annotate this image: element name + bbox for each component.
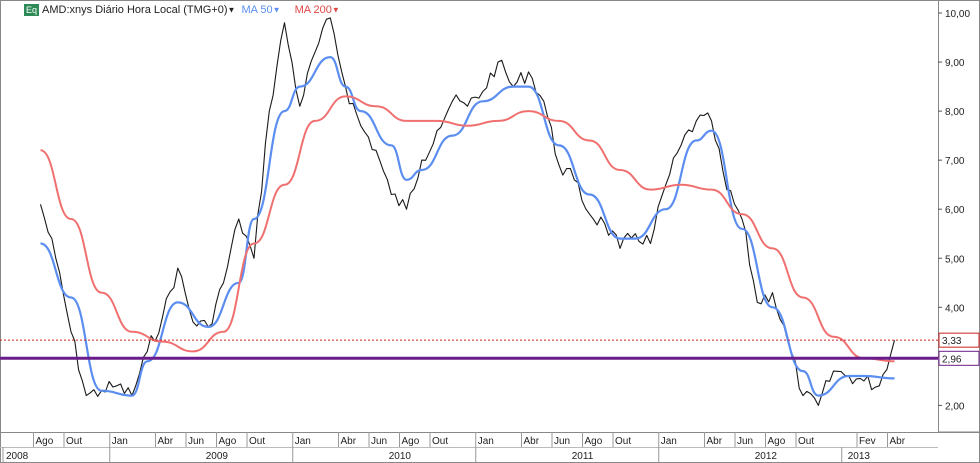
current-price-label: 3,33 [942, 336, 962, 347]
ma200-label[interactable]: MA 200▼ [295, 4, 340, 16]
x-tick-label: Abr [341, 436, 357, 447]
y-tick-label: 8,00 [945, 107, 965, 118]
x-tick-label: Out [798, 436, 814, 447]
x-tick-label: Ago [36, 436, 54, 447]
ma200-dropdown-icon[interactable]: ▼ [332, 6, 340, 15]
year-label: 2010 [389, 451, 412, 462]
year-label: 2008 [6, 451, 29, 462]
y-tick-label: 6,00 [945, 205, 965, 216]
price-series [39, 17, 896, 406]
x-tick-label: Abr [158, 436, 174, 447]
x-tick-label: Ago [585, 436, 603, 447]
y-tick-label: 4,00 [945, 303, 965, 314]
year-label: 2012 [755, 451, 778, 462]
x-tick-label: Out [432, 436, 448, 447]
year-label: 2011 [572, 451, 594, 462]
horizontal-level-label: 2,96 [942, 354, 962, 365]
x-tick-label: Jun [737, 436, 753, 447]
ma200-series [40, 95, 895, 363]
year-label: 2013 [848, 451, 871, 462]
y-tick-label: 9,00 [945, 58, 965, 69]
y-tick-label: 7,00 [945, 156, 965, 167]
symbol-dropdown-icon[interactable]: ▼ [228, 6, 236, 15]
x-tick-label: Ago [219, 436, 237, 447]
x-tick-label: Abr [890, 436, 906, 447]
x-tick-label: Jun [371, 436, 387, 447]
chart-frame [0, 0, 980, 463]
x-tick-label: Out [615, 436, 631, 447]
y-tick-label: 10,00 [945, 9, 970, 20]
symbol-label[interactable]: AMD:xnys Diário Hora Local (TMG+0)▼ [42, 4, 235, 16]
year-label: 2009 [206, 451, 229, 462]
ma50-series [40, 56, 895, 397]
x-tick-label: Jun [188, 436, 204, 447]
x-tick-label: Jun [554, 436, 570, 447]
x-tick-label: Jan [478, 436, 494, 447]
x-tick-label: Abr [524, 436, 540, 447]
x-tick-label: Jan [295, 436, 311, 447]
x-tick-label: Jan [661, 436, 677, 447]
ma50-label[interactable]: MA 50▼ [241, 4, 280, 16]
y-tick-label: 2,00 [945, 401, 965, 412]
stock-chart[interactable]: 2,003,004,005,006,007,008,009,0010,00Ago… [0, 0, 980, 463]
x-tick-label: Jan [112, 436, 128, 447]
ma50-dropdown-icon[interactable]: ▼ [273, 6, 281, 15]
x-tick-label: Ago [768, 436, 786, 447]
x-tick-label: Abr [707, 436, 723, 447]
x-tick-label: Ago [402, 436, 420, 447]
x-tick-label: Fev [859, 436, 876, 447]
equity-badge-icon[interactable]: Eq [24, 4, 40, 16]
y-tick-label: 5,00 [945, 254, 965, 265]
x-tick-label: Out [66, 436, 82, 447]
x-tick-label: Out [249, 436, 265, 447]
chart-legend: Eq AMD:xnys Diário Hora Local (TMG+0)▼ M… [24, 3, 340, 17]
